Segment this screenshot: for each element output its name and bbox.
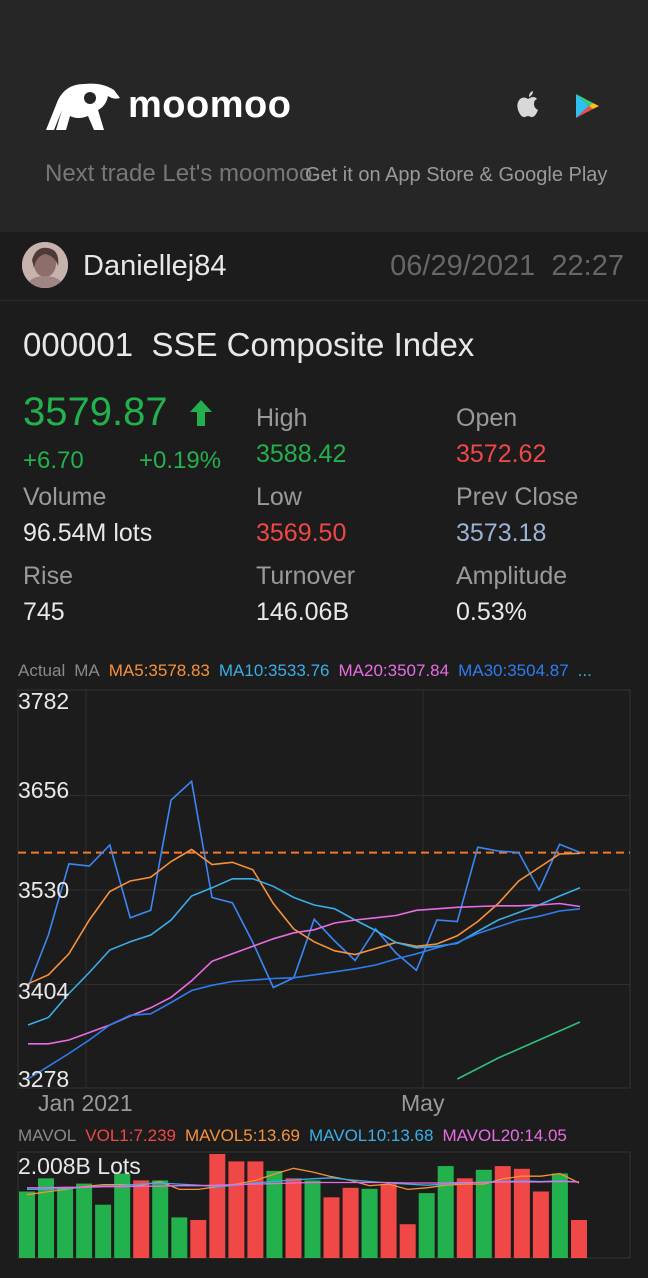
x-tick-label: Jan 2021 xyxy=(38,1090,133,1116)
low-label: Low xyxy=(256,483,302,511)
legend-ma5: MA5:3578.83 xyxy=(108,661,210,680)
volume-bar xyxy=(571,1220,587,1258)
legend-ma: MA xyxy=(74,661,100,680)
volume-bar xyxy=(171,1217,188,1258)
legend-mavol5: MAVOL5:13.69 xyxy=(185,1126,300,1145)
mavol-legend[interactable]: MAVOL VOL1:7.239 MAVOL5:13.69 MAVOL10:13.68… xyxy=(18,1126,576,1146)
y-tick-label: 3782 xyxy=(18,688,70,714)
legend-ma20: MA20:3507.84 xyxy=(338,661,450,680)
open-label: Open xyxy=(456,404,518,432)
series-line-ma10 xyxy=(27,878,581,1026)
y-tick-label: 3404 xyxy=(18,978,70,1004)
stock-name: SSE Composite Index xyxy=(151,326,475,363)
high-value: 3588.42 xyxy=(256,440,347,468)
series-line-ma5 xyxy=(27,848,581,985)
volume-bar xyxy=(133,1180,150,1258)
slogan: Next trade Let's moomoo xyxy=(45,160,313,187)
apple-icon[interactable] xyxy=(514,90,542,120)
price-change-percent: +0.19% xyxy=(139,447,222,474)
rise-value: 745 xyxy=(23,598,65,626)
volume-bar xyxy=(285,1178,302,1258)
brand-name: moomoo xyxy=(128,84,292,126)
series-line-ma20 xyxy=(28,902,581,1045)
y-tick-label: 3656 xyxy=(18,777,70,803)
low-value: 3569.50 xyxy=(256,519,347,547)
amplitude-label: Amplitude xyxy=(456,562,568,590)
volume-bar xyxy=(152,1180,169,1258)
store-download-text[interactable]: Get it on App Store & Google Play xyxy=(305,164,607,187)
volume-bar xyxy=(228,1161,245,1258)
series-line-ma60 xyxy=(456,1021,581,1080)
volume-bar xyxy=(38,1178,54,1258)
post-author-row: Daniellej84 06/29/2021 22:27 xyxy=(0,232,648,301)
volume-bar xyxy=(304,1180,321,1258)
avatar[interactable] xyxy=(22,242,68,288)
price-chart[interactable] xyxy=(0,680,648,1090)
volume-bar xyxy=(532,1191,549,1258)
stock-title[interactable]: 000001 SSE Composite Index xyxy=(23,326,474,364)
series-line-ma30 xyxy=(27,908,581,1080)
legend-mavol: MAVOL xyxy=(18,1126,77,1145)
volume-bar xyxy=(190,1220,207,1258)
google-play-icon[interactable] xyxy=(573,92,601,120)
prev-close-label: Prev Close xyxy=(456,483,579,511)
price-change: +6.70 xyxy=(23,447,84,474)
post-datetime: 06/29/2021 22:27 xyxy=(390,250,624,282)
x-tick-label: May xyxy=(401,1090,445,1116)
app-promo-banner: moomoo Next trade Let's moomoo Get it on… xyxy=(0,0,648,232)
volume-value: 96.54M lots xyxy=(23,519,153,547)
series-line-actual xyxy=(27,779,581,989)
legend-more: ... xyxy=(577,661,592,680)
volume-bar xyxy=(551,1173,568,1258)
volume-bar xyxy=(95,1204,112,1258)
open-value: 3572.62 xyxy=(456,440,547,468)
legend-ma30: MA30:3504.87 xyxy=(458,661,569,680)
amplitude-value: 0.53% xyxy=(456,598,527,626)
volume-bar xyxy=(399,1224,416,1258)
legend-actual: Actual xyxy=(18,661,66,680)
volume-bar xyxy=(19,1191,35,1258)
volume-axis-label: 2.008B Lots xyxy=(18,1153,141,1179)
legend-mavol20: MAVOL20:14.05 xyxy=(442,1126,567,1145)
volume-bar xyxy=(323,1197,340,1258)
volume-bar xyxy=(437,1166,454,1258)
prev-close-value: 3573.18 xyxy=(456,519,547,547)
volume-bar xyxy=(209,1154,226,1258)
volume-bar xyxy=(57,1188,74,1258)
current-price: 3579.87 xyxy=(23,390,168,434)
volume-label: Volume xyxy=(23,483,107,511)
turnover-label: Turnover xyxy=(256,562,356,590)
volume-bar xyxy=(342,1187,359,1258)
legend-ma10: MA10:3533.76 xyxy=(218,661,330,680)
stock-code: 000001 xyxy=(23,326,134,363)
legend-vol1: VOL1:7.239 xyxy=(85,1126,177,1145)
volume-bar xyxy=(456,1178,473,1258)
volume-bar xyxy=(418,1193,435,1258)
y-tick-label: 3530 xyxy=(18,877,70,903)
turnover-value: 146.06B xyxy=(256,598,350,626)
arrow-up-icon xyxy=(190,400,212,426)
y-tick-label: 3278 xyxy=(18,1066,70,1092)
rise-label: Rise xyxy=(23,562,74,590)
legend-mavol10: MAVOL10:13.68 xyxy=(309,1126,434,1145)
volume-bar xyxy=(76,1183,93,1258)
moomoo-logo-icon xyxy=(46,83,120,130)
volume-bar xyxy=(247,1161,264,1258)
high-label: High xyxy=(256,404,308,432)
ma-legend[interactable]: Actual MA MA5:3578.83 MA10:3533.76 MA20:3507… xyxy=(18,661,601,681)
username[interactable]: Daniellej84 xyxy=(83,250,227,283)
volume-bar xyxy=(361,1188,378,1258)
volume-bar xyxy=(380,1184,397,1258)
